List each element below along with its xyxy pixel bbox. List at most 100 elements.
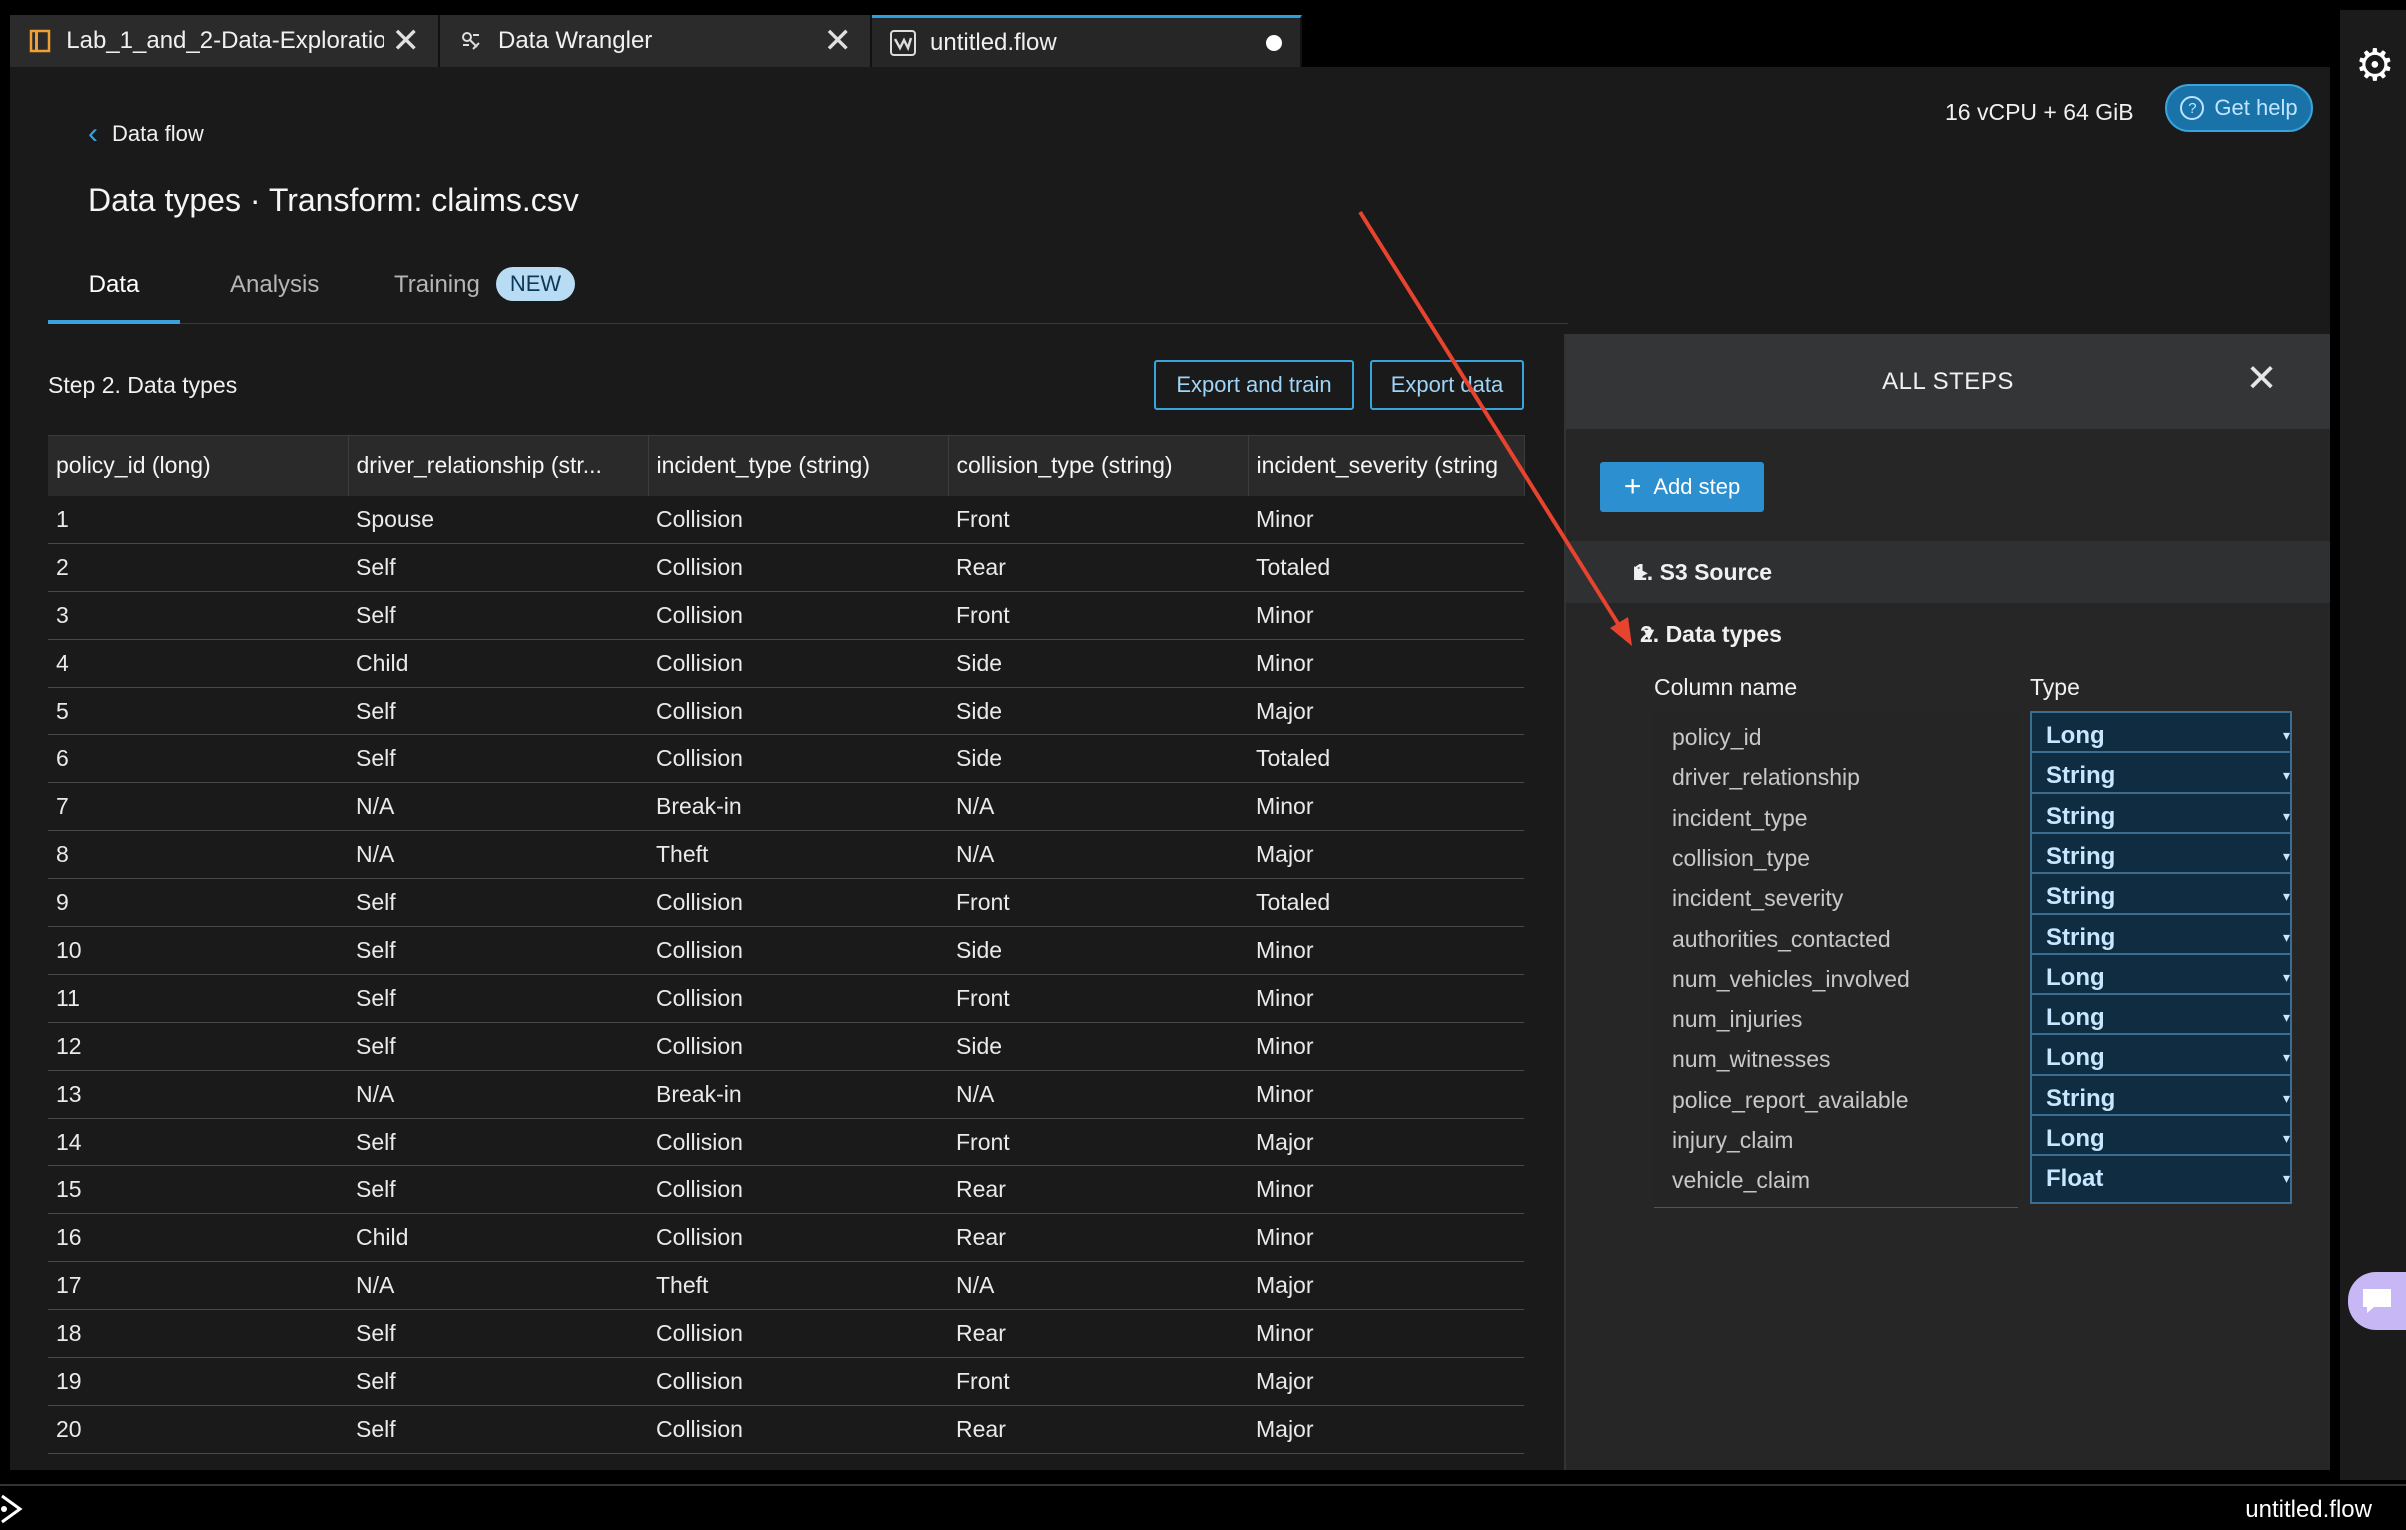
table-cell[interactable]: Major (1248, 1405, 1524, 1454)
table-cell[interactable]: Collision (648, 1357, 948, 1406)
table-cell[interactable]: Collision (648, 1165, 948, 1215)
table-cell[interactable]: 12 (48, 1022, 348, 1071)
table-cell[interactable]: 13 (48, 1070, 348, 1119)
table-cell[interactable]: Self (348, 687, 648, 736)
table-cell[interactable]: Totaled (1248, 878, 1524, 928)
step-data-types[interactable]: ▼ 2. Data types (1566, 603, 2330, 665)
close-icon[interactable]: ✕ (824, 24, 853, 58)
export-and-train-button[interactable]: Export and train (1154, 360, 1354, 410)
tab-untitled-flow[interactable]: untitled.flow (872, 15, 1302, 67)
table-cell[interactable]: Self (348, 591, 648, 640)
gear-icon[interactable]: ⚙ (2355, 40, 2394, 91)
table-cell[interactable]: Child (348, 1213, 648, 1263)
table-cell[interactable]: N/A (348, 830, 648, 880)
git-icon[interactable] (0, 1494, 26, 1524)
table-cell[interactable]: Self (348, 543, 648, 592)
column-header[interactable]: policy_id (long) (48, 435, 349, 496)
close-icon[interactable]: ✕ (2246, 360, 2278, 398)
unsaved-indicator-icon[interactable] (1266, 34, 1282, 51)
table-cell[interactable]: Spouse (348, 495, 648, 544)
type-select[interactable]: Float ▾ (2030, 1154, 2292, 1205)
table-cell[interactable]: Minor (1248, 639, 1524, 688)
table-cell[interactable]: 9 (48, 878, 348, 928)
table-cell[interactable]: 18 (48, 1309, 348, 1359)
table-cell[interactable]: Minor (1248, 782, 1524, 832)
table-cell[interactable]: Minor (1248, 1165, 1524, 1215)
table-cell[interactable]: 16 (48, 1213, 348, 1263)
table-cell[interactable]: Totaled (1248, 543, 1524, 592)
table-cell[interactable]: Side (948, 926, 1248, 975)
table-cell[interactable]: Rear (948, 1405, 1248, 1454)
add-step-button[interactable]: + Add step (1600, 462, 1764, 512)
table-cell[interactable]: Major (1248, 1118, 1524, 1167)
table-cell[interactable]: 17 (48, 1261, 348, 1311)
table-cell[interactable]: Collision (648, 1309, 948, 1359)
table-cell[interactable]: Major (1248, 687, 1524, 736)
table-cell[interactable]: Side (948, 734, 1248, 784)
table-cell[interactable]: 10 (48, 926, 348, 975)
table-cell[interactable]: 6 (48, 734, 348, 784)
table-cell[interactable]: N/A (348, 1070, 648, 1119)
table-cell[interactable]: Self (348, 1118, 648, 1167)
table-cell[interactable]: Front (948, 878, 1248, 928)
table-cell[interactable]: Collision (648, 1213, 948, 1263)
table-cell[interactable]: Rear (948, 543, 1248, 592)
table-cell[interactable]: Self (348, 878, 648, 928)
table-cell[interactable]: Collision (648, 878, 948, 928)
table-cell[interactable]: Totaled (1248, 734, 1524, 784)
table-cell[interactable]: Front (948, 495, 1248, 544)
table-cell[interactable]: Collision (648, 974, 948, 1023)
table-cell[interactable]: Collision (648, 1022, 948, 1071)
table-cell[interactable]: Minor (1248, 1022, 1524, 1071)
table-cell[interactable]: N/A (948, 830, 1248, 880)
table-cell[interactable]: Rear (948, 1165, 1248, 1215)
table-cell[interactable]: Collision (648, 926, 948, 975)
table-cell[interactable]: Front (948, 974, 1248, 1023)
table-cell[interactable]: Major (1248, 830, 1524, 880)
status-filename[interactable]: untitled.flow (2245, 1496, 2372, 1524)
table-cell[interactable]: Major (1248, 1357, 1524, 1406)
table-cell[interactable]: 14 (48, 1118, 348, 1167)
export-data-button[interactable]: Export data (1370, 360, 1524, 410)
table-cell[interactable]: 11 (48, 974, 348, 1023)
table-cell[interactable]: Self (348, 1309, 648, 1359)
table-cell[interactable]: Minor (1248, 974, 1524, 1023)
table-cell[interactable]: Self (348, 1405, 648, 1454)
column-header[interactable]: collision_type (string) (948, 435, 1249, 496)
tab-analysis[interactable]: Analysis (230, 257, 319, 324)
table-cell[interactable]: Rear (948, 1213, 1248, 1263)
table-cell[interactable]: Theft (648, 830, 948, 880)
back-to-data-flow-link[interactable]: ‹ Data flow (88, 119, 204, 149)
tab-training[interactable]: Training NEW (394, 257, 576, 324)
table-cell[interactable]: Collision (648, 495, 948, 544)
table-cell[interactable]: Rear (948, 1309, 1248, 1359)
table-cell[interactable]: 7 (48, 782, 348, 832)
table-cell[interactable]: Self (348, 734, 648, 784)
table-cell[interactable]: 19 (48, 1357, 348, 1406)
table-cell[interactable]: 2 (48, 543, 348, 592)
table-cell[interactable]: Minor (1248, 1070, 1524, 1119)
table-cell[interactable]: N/A (948, 782, 1248, 832)
table-cell[interactable]: Self (348, 926, 648, 975)
table-cell[interactable]: 3 (48, 591, 348, 640)
table-cell[interactable]: Collision (648, 1405, 948, 1454)
table-cell[interactable]: Minor (1248, 926, 1524, 975)
table-cell[interactable]: 15 (48, 1165, 348, 1215)
table-cell[interactable]: Self (348, 1357, 648, 1406)
table-cell[interactable]: 8 (48, 830, 348, 880)
tab-notebook[interactable]: Lab_1_and_2-Data-Exploratio ✕ (10, 15, 440, 67)
close-icon[interactable]: ✕ (392, 24, 421, 58)
column-header[interactable]: incident_type (string) (648, 435, 949, 496)
table-cell[interactable]: N/A (948, 1261, 1248, 1311)
table-cell[interactable]: Collision (648, 591, 948, 640)
table-cell[interactable]: Self (348, 1165, 648, 1215)
table-cell[interactable]: 5 (48, 687, 348, 736)
table-cell[interactable]: Self (348, 1022, 648, 1071)
table-cell[interactable]: Break-in (648, 782, 948, 832)
column-header[interactable]: driver_relationship (str... (348, 435, 649, 496)
table-cell[interactable]: Minor (1248, 495, 1524, 544)
table-cell[interactable]: Self (348, 974, 648, 1023)
table-cell[interactable]: Side (948, 687, 1248, 736)
step-s3-source[interactable]: ▶ 1. S3 Source (1566, 541, 2330, 603)
table-cell[interactable]: 4 (48, 639, 348, 688)
